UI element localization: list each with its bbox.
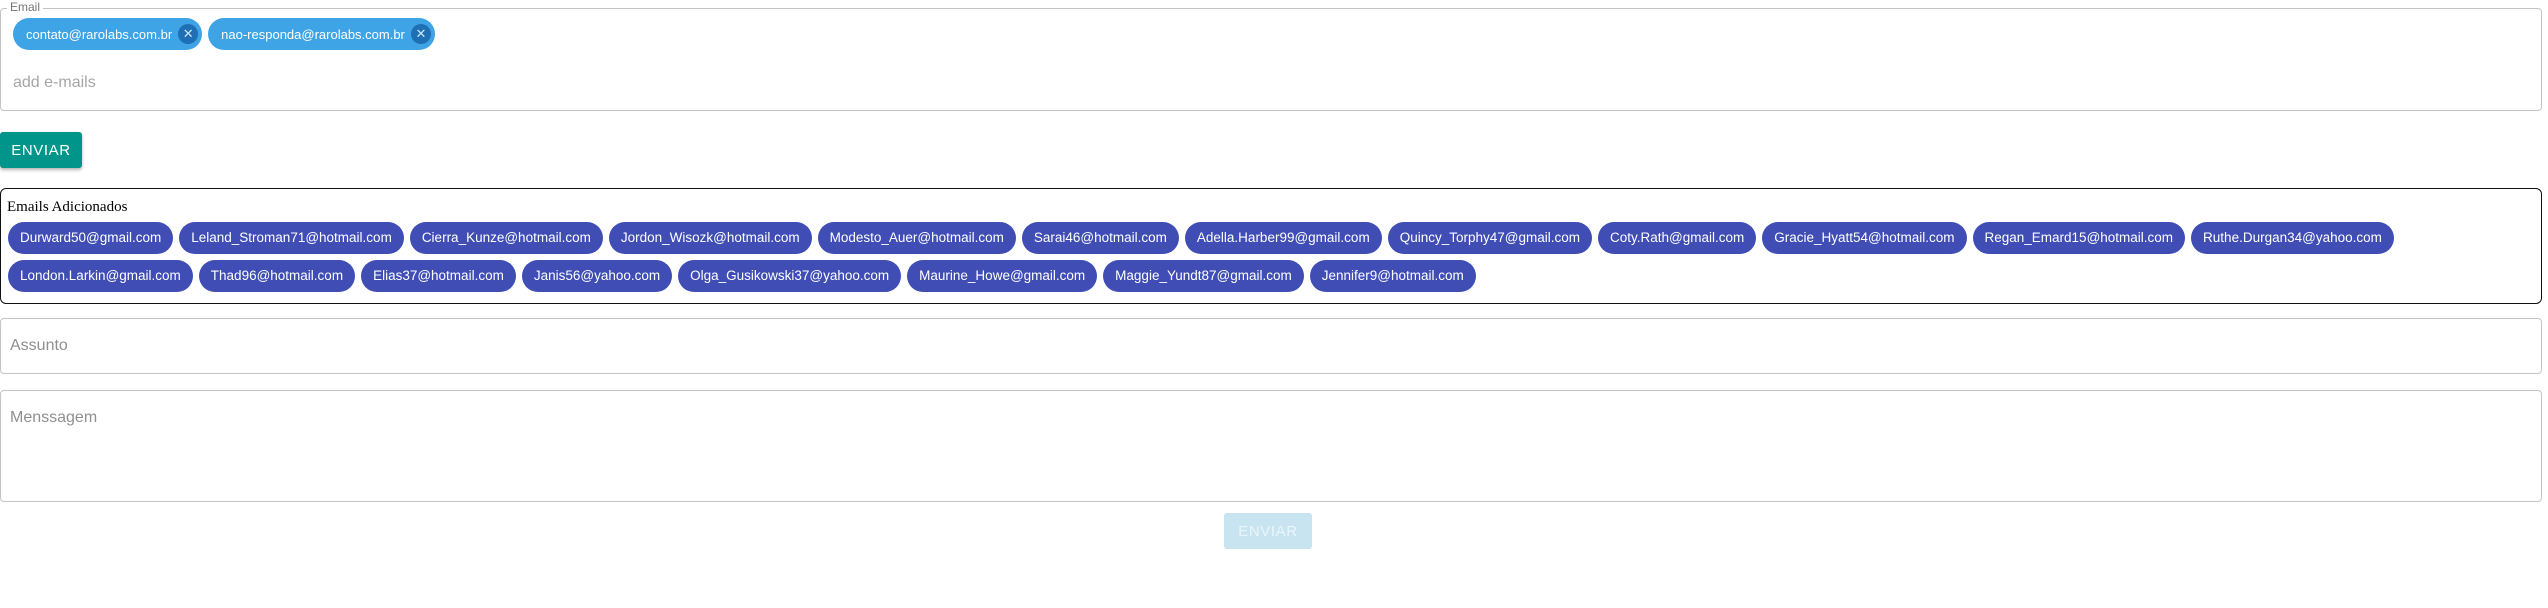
added-email-chip[interactable]: Jennifer9@hotmail.com [1309, 260, 1476, 292]
email-chip[interactable]: contato@rarolabs.com.br ✕ [13, 18, 203, 50]
enviar-button[interactable]: ENVIAR [0, 132, 82, 168]
added-email-chip[interactable]: Coty.Rath@gmail.com [1597, 222, 1757, 254]
email-field[interactable]: Email contato@rarolabs.com.br ✕ nao-resp… [0, 0, 2542, 111]
added-email-chip[interactable]: Elias37@hotmail.com [361, 260, 516, 292]
added-email-chip[interactable]: Ruthe.Durgan34@yahoo.com [2191, 222, 2394, 254]
added-email-chip[interactable]: Modesto_Auer@hotmail.com [817, 222, 1016, 254]
added-email-chip[interactable]: Maurine_Howe@gmail.com [907, 260, 1098, 292]
added-emails-panel: Emails Adicionados Durward50@gmail.com Le… [0, 188, 2542, 304]
added-email-chip[interactable]: Quincy_Torphy47@gmail.com [1387, 222, 1592, 254]
added-email-chip[interactable]: Durward50@gmail.com [8, 222, 174, 254]
added-email-chip[interactable]: Jordon_Wisozk@hotmail.com [608, 222, 812, 254]
added-email-chip[interactable]: Janis56@yahoo.com [521, 260, 673, 292]
email-chip-label: contato@rarolabs.com.br [26, 26, 173, 42]
added-email-chip[interactable]: Thad96@hotmail.com [198, 260, 356, 292]
cancel-circle-icon[interactable]: ✕ [410, 24, 431, 44]
email-chip-label: nao-responda@rarolabs.com.br [221, 26, 405, 42]
added-email-chip[interactable]: Maggie_Yundt87@gmail.com [1103, 260, 1304, 292]
message-textarea[interactable] [0, 390, 2542, 502]
email-chips: contato@rarolabs.com.br ✕ nao-responda@r… [13, 18, 435, 50]
subject-input[interactable] [0, 318, 2542, 374]
added-email-chip[interactable]: Cierra_Kunze@hotmail.com [409, 222, 603, 254]
added-emails-title: Emails Adicionados [7, 199, 128, 215]
email-chip[interactable]: nao-responda@rarolabs.com.br ✕ [208, 18, 435, 50]
email-legend: Email [7, 0, 44, 14]
added-email-chip[interactable]: Leland_Stroman71@hotmail.com [179, 222, 404, 254]
added-email-chip[interactable]: Olga_Gusikowski37@yahoo.com [678, 260, 902, 292]
added-email-chip[interactable]: London.Larkin@gmail.com [8, 260, 193, 292]
added-email-chip[interactable]: Gracie_Hyatt54@hotmail.com [1762, 222, 1967, 254]
email-input[interactable] [11, 69, 1211, 97]
added-email-chip[interactable]: Regan_Emard15@hotmail.com [1972, 222, 2186, 254]
cancel-circle-icon[interactable]: ✕ [178, 24, 199, 44]
added-email-chip[interactable]: Adella.Harber99@gmail.com [1184, 222, 1382, 254]
added-emails-list: Durward50@gmail.com Leland_Stroman71@hotm… [8, 222, 2538, 292]
submit-button[interactable]: ENVIAR [1224, 513, 1312, 549]
added-email-chip[interactable]: Sarai46@hotmail.com [1021, 222, 1179, 254]
